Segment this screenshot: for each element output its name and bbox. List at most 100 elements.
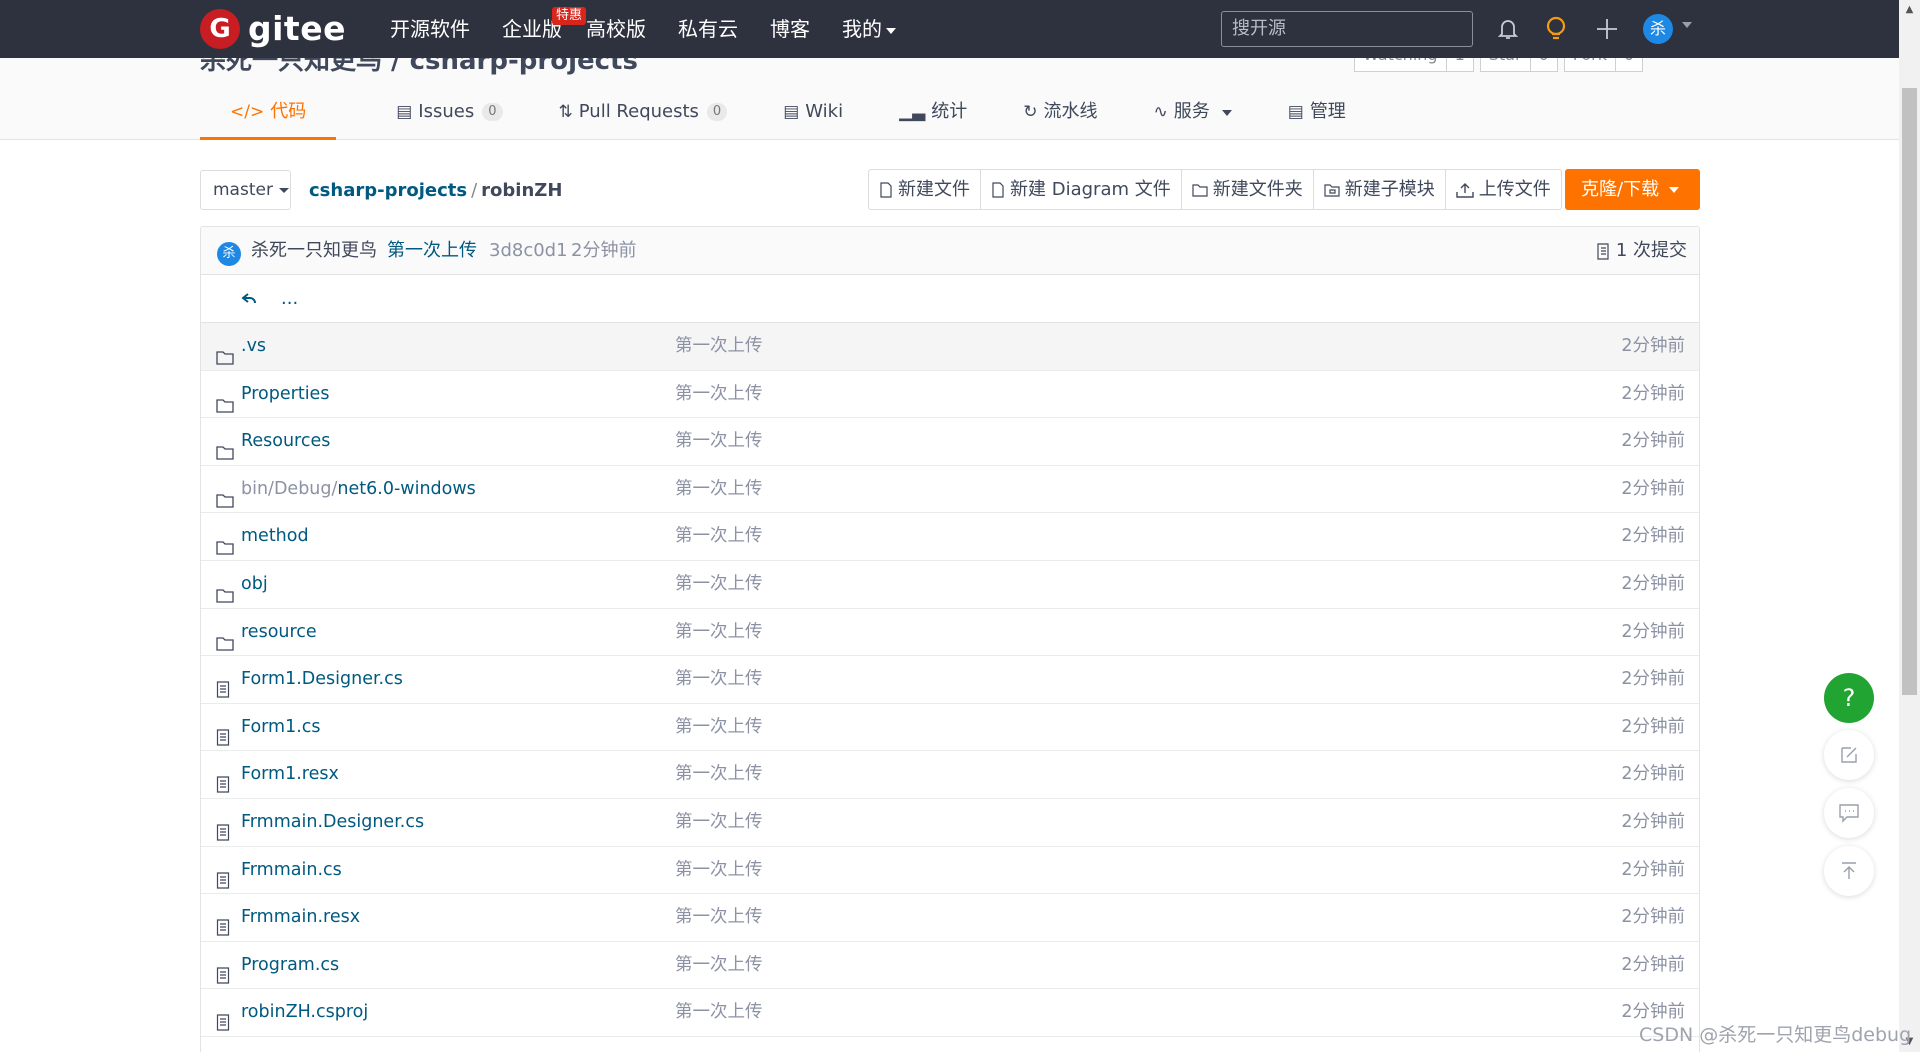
tab-label: 统计 [931, 101, 968, 122]
file-name-link[interactable]: Frmmain.resx [241, 894, 360, 941]
file-row[interactable]: Resources 第一次上传 2分钟前 [201, 418, 1699, 466]
tab-manage[interactable]: ▤ 管理 [1288, 92, 1346, 140]
file-row[interactable]: Frmmain.Designer.cs 第一次上传 2分钟前 [201, 799, 1699, 847]
branch-name: master [213, 180, 273, 200]
pipeline-icon: ↻ [1023, 102, 1038, 122]
search-input[interactable]: 搜开源 [1221, 11, 1473, 47]
new-file-button[interactable]: 新建文件 [869, 170, 981, 209]
file-row[interactable]: Form1.resx 第一次上传 2分钟前 [201, 751, 1699, 799]
file-name-link[interactable]: Form1.Designer.cs [241, 656, 403, 703]
file-commit-time: 2分钟前 [1621, 669, 1685, 690]
file-name-link[interactable]: robinZH.csproj [241, 989, 368, 1036]
file-name-link[interactable]: bin/Debug/net6.0-windows [241, 466, 476, 513]
file-name-link[interactable]: obj [241, 561, 268, 608]
nav-education[interactable]: 高校版 [586, 0, 646, 58]
file-row[interactable]: Program.cs 第一次上传 2分钟前 [201, 942, 1699, 990]
file-name-link[interactable]: .vs [241, 323, 266, 370]
file-row[interactable]: method 第一次上传 2分钟前 [201, 513, 1699, 561]
clone-download-label: 克隆/下载 [1581, 179, 1660, 200]
tab-service[interactable]: ∿ 服务 [1154, 92, 1232, 140]
branch-select[interactable]: master [200, 170, 291, 210]
file-commit-message[interactable]: 第一次上传 [675, 894, 763, 941]
scrollbar-thumb[interactable] [1902, 88, 1917, 695]
parent-directory-row[interactable]: ... [201, 275, 1699, 323]
bell-icon[interactable] [1493, 14, 1523, 44]
file-commit-message[interactable]: 第一次上传 [675, 561, 763, 608]
nav-open-source[interactable]: 开源软件 [390, 0, 470, 58]
clone-download-button[interactable]: 克隆/下载 [1565, 169, 1700, 210]
chat-button[interactable] [1824, 788, 1874, 838]
lightbulb-icon[interactable] [1541, 14, 1571, 44]
file-name-link[interactable]: Resources [241, 418, 330, 465]
file-name-link[interactable]: Form1.cs [241, 704, 321, 751]
file-row[interactable]: Form1.cs 第一次上传 2分钟前 [201, 704, 1699, 752]
file-name-link[interactable]: resource [241, 609, 317, 656]
commit-hash[interactable]: 3d8c0d1 [489, 227, 568, 275]
file-commit-message[interactable]: 第一次上传 [675, 989, 763, 1036]
file-icon [216, 1003, 230, 1050]
file-commit-message[interactable]: 第一次上传 [675, 513, 763, 560]
nav-enterprise[interactable]: 企业版 特惠 [502, 0, 587, 58]
nav-private-cloud[interactable]: 私有云 [678, 0, 738, 58]
chevron-down-icon[interactable] [1682, 22, 1692, 28]
tab-issues[interactable]: ▤ Issues 0 [396, 92, 503, 140]
new-folder-button[interactable]: 新建文件夹 [1182, 170, 1314, 209]
back-to-top-button[interactable] [1824, 846, 1874, 896]
file-row[interactable]: resource 第一次上传 2分钟前 [201, 609, 1699, 657]
tab-label: 流水线 [1043, 101, 1098, 122]
plus-icon[interactable] [1592, 14, 1622, 44]
file-name-link[interactable]: Frmmain.cs [241, 847, 342, 894]
user-avatar[interactable]: 杀 [1643, 14, 1673, 44]
file-name-link[interactable]: Properties [241, 371, 329, 418]
tab-pipeline[interactable]: ↻ 流水线 [1023, 92, 1097, 140]
breadcrumb-repo[interactable]: csharp-projects [309, 180, 467, 201]
nav-blog[interactable]: 博客 [770, 0, 810, 58]
file-commit-message[interactable]: 第一次上传 [675, 704, 763, 751]
file-commit-message[interactable]: 第一次上传 [675, 609, 763, 656]
commit-author-avatar[interactable]: 杀 [217, 242, 241, 266]
new-submodule-button[interactable]: 新建子模块 [1314, 170, 1446, 209]
file-commit-message[interactable]: 第一次上传 [675, 418, 763, 465]
tab-pull-requests[interactable]: ⇅ Pull Requests 0 [559, 92, 728, 140]
file-row[interactable]: .vs 第一次上传 2分钟前 [201, 323, 1699, 371]
file-name-link[interactable]: Form1.resx [241, 751, 339, 798]
feedback-button[interactable] [1824, 730, 1874, 780]
tab-wiki[interactable]: ▤ Wiki [783, 92, 843, 140]
help-button[interactable]: ? [1824, 673, 1874, 723]
commit-author[interactable]: 杀死一只知更鸟 [251, 227, 377, 275]
file-row[interactable]: obj 第一次上传 2分钟前 [201, 561, 1699, 609]
file-commit-message[interactable]: 第一次上传 [675, 942, 763, 989]
file-commit-message[interactable]: 第一次上传 [675, 656, 763, 703]
file-row[interactable]: Form1.Designer.cs 第一次上传 2分钟前 [201, 656, 1699, 704]
tab-stats[interactable]: ▁▃ 统计 [899, 92, 967, 140]
nav-mine[interactable]: 我的 [842, 0, 896, 58]
commit-count-link[interactable]: 1 次提交 [1596, 227, 1687, 275]
file-name-link[interactable]: method [241, 513, 309, 560]
file-commit-time: 2分钟前 [1621, 764, 1685, 785]
new-submodule-label: 新建子模块 [1344, 179, 1435, 200]
file-commit-message[interactable]: 第一次上传 [675, 751, 763, 798]
scroll-up-arrow[interactable]: ▲ [1899, 0, 1920, 20]
file-name: resource [241, 621, 317, 642]
file-row[interactable]: Properties 第一次上传 2分钟前 [201, 371, 1699, 419]
tab-code[interactable]: </> 代码 [200, 92, 337, 140]
file-name: net6.0-windows [337, 478, 476, 499]
file-row[interactable]: robinZH.csproj 第一次上传 2分钟前 [201, 989, 1699, 1037]
commit-message[interactable]: 第一次上传 [387, 227, 477, 275]
file-row[interactable]: Frmmain.cs 第一次上传 2分钟前 [201, 847, 1699, 895]
file-commit-message[interactable]: 第一次上传 [675, 466, 763, 513]
file-name-link[interactable]: Program.cs [241, 942, 339, 989]
file-commit-message[interactable]: 第一次上传 [675, 799, 763, 846]
file-row[interactable]: bin/Debug/net6.0-windows 第一次上传 2分钟前 [201, 466, 1699, 514]
file-commit-message[interactable]: 第一次上传 [675, 847, 763, 894]
gitee-logo[interactable]: G gitee [200, 9, 346, 49]
parent-directory-link[interactable]: ... [241, 275, 298, 323]
file-commit-message[interactable]: 第一次上传 [675, 323, 763, 370]
upload-file-button[interactable]: 上传文件 [1446, 170, 1561, 209]
file-row[interactable]: Frmmain.resx 第一次上传 2分钟前 [201, 894, 1699, 942]
file-name-link[interactable]: Frmmain.Designer.cs [241, 799, 424, 846]
new-diagram-button[interactable]: 新建 Diagram 文件 [981, 170, 1182, 209]
file-commit-message[interactable]: 第一次上传 [675, 371, 763, 418]
file-name: Form1.Designer.cs [241, 669, 403, 690]
issues-icon: ▤ [396, 102, 413, 122]
